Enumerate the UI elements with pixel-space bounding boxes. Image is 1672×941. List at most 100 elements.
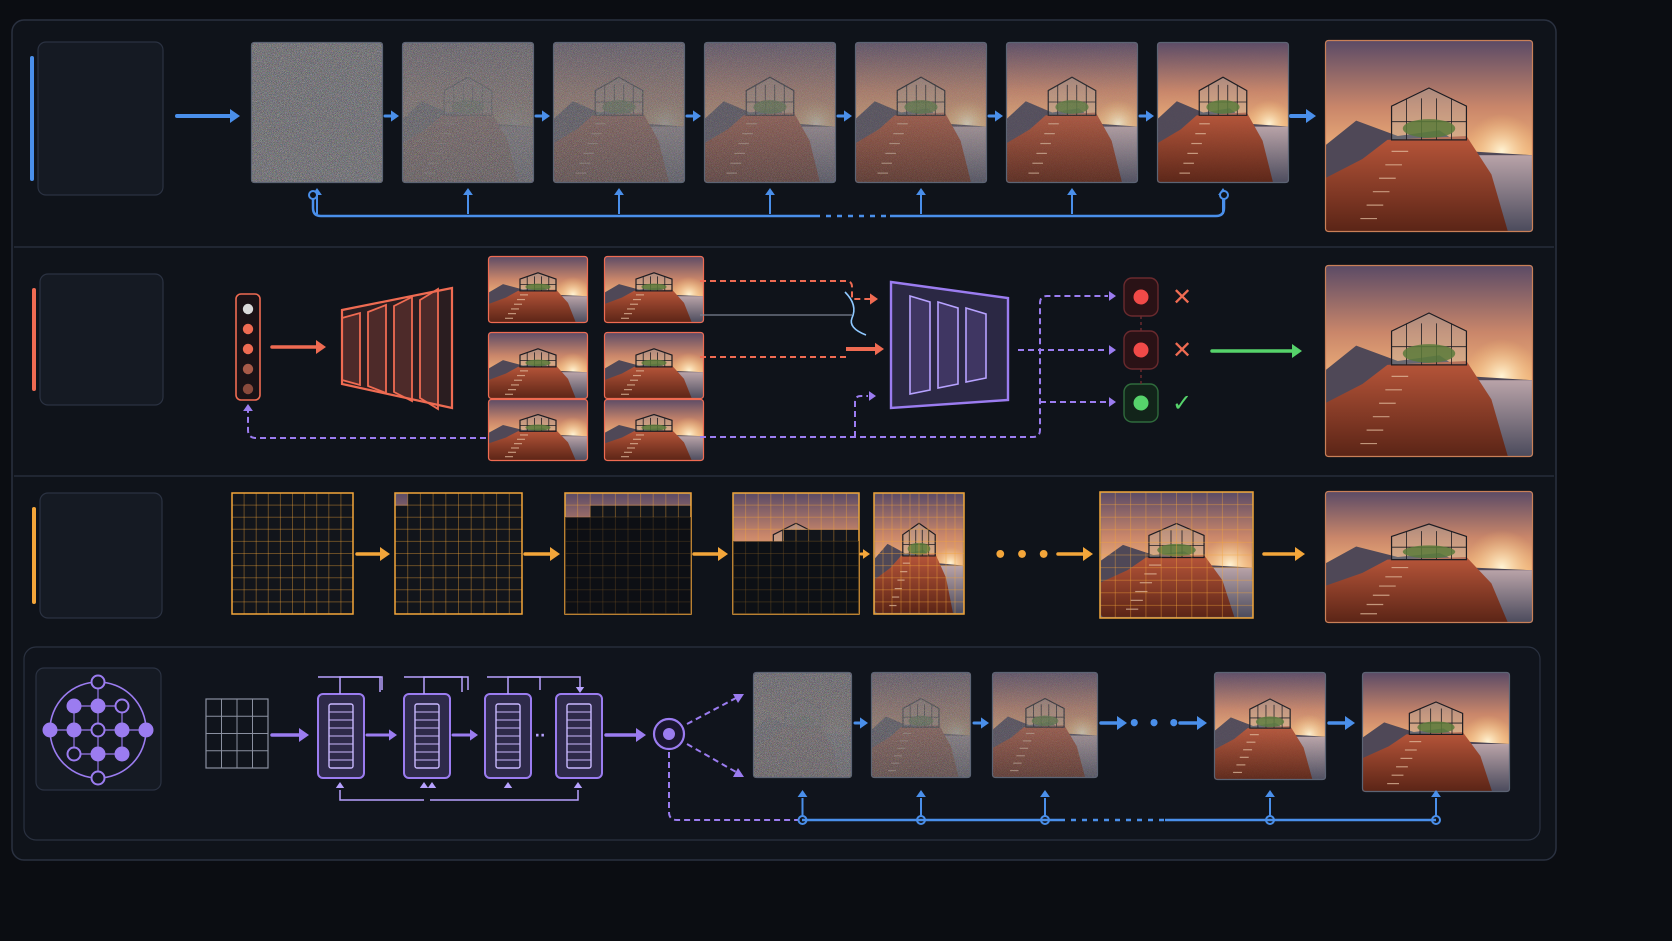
- token-node: [90, 722, 106, 738]
- accent-bar: [32, 507, 36, 604]
- plants: [1402, 344, 1456, 363]
- plants: [525, 283, 551, 291]
- denoise-step-1: [250, 41, 384, 184]
- latent-dot: [242, 343, 254, 355]
- plants: [525, 424, 551, 431]
- noise-overlay: [871, 672, 971, 778]
- cross-icon: ✕: [1172, 283, 1192, 311]
- plants: [1402, 119, 1456, 138]
- latent-dot: [242, 323, 254, 335]
- token-node: [66, 698, 82, 714]
- transformer-block-4: [555, 693, 603, 779]
- accent-bar: [32, 288, 36, 391]
- noise-overlay: [1157, 42, 1289, 183]
- image-content: [1325, 491, 1533, 623]
- generated-sample-3: [487, 331, 589, 400]
- plants: [525, 359, 551, 367]
- generated-sample-4: [603, 331, 705, 400]
- image-content: [488, 256, 588, 323]
- token-node: [114, 698, 130, 714]
- reject-indicator: [1133, 289, 1149, 305]
- token-node: [90, 698, 106, 714]
- discriminator-layer: [965, 306, 987, 383]
- transformer-block-1: [317, 693, 365, 779]
- transformer-block-3: [484, 693, 532, 779]
- dim-region: [733, 541, 859, 614]
- token-node: [90, 770, 106, 786]
- latent-dot: [242, 383, 254, 395]
- plants: [641, 283, 667, 291]
- tf-output-4: [1213, 671, 1327, 781]
- tf-output-1: [752, 671, 853, 779]
- final-output-autoregressive: [1324, 490, 1534, 624]
- plants: [1417, 721, 1455, 734]
- sampler-core: [663, 728, 675, 740]
- accept-indicator: [1133, 395, 1149, 411]
- image-content: [1325, 265, 1533, 457]
- image-content: [1362, 672, 1510, 792]
- image-content: [604, 256, 704, 323]
- dim-region: [565, 517, 691, 614]
- plants: [641, 359, 667, 367]
- token-node: [66, 722, 82, 738]
- image-content: [488, 332, 588, 399]
- latent-dot: [242, 303, 254, 315]
- denoise-step-7: [1156, 41, 1290, 184]
- transformer-block-2: [403, 693, 451, 779]
- feedback-node: [1219, 190, 1229, 200]
- dim-overlay: [565, 517, 691, 614]
- reject-indicator: [1133, 342, 1149, 358]
- final-output-diffusion: [1324, 39, 1534, 233]
- diagram-canvas: ✕ ✕ ✓ • • • ·· • • •: [11, 19, 1557, 861]
- latent-dot: [242, 363, 254, 375]
- token-node: [114, 722, 130, 738]
- denoise-step-5: [854, 41, 988, 184]
- noise-overlay: [855, 42, 987, 183]
- icon-tile-gan: [39, 273, 164, 406]
- token-node: [90, 746, 106, 762]
- image-content: [604, 399, 704, 461]
- ar-stage-1: [231, 492, 354, 615]
- tf-output-2: [870, 671, 972, 779]
- final-output-gan: [1324, 264, 1534, 458]
- block-ellipsis: ··: [535, 728, 546, 744]
- feedback-node: [308, 190, 318, 200]
- denoise-step-3: [552, 41, 686, 184]
- generative-models-diagram: ✕ ✕ ✓ • • • ·· • • •: [0, 0, 1672, 941]
- noise-overlay: [553, 42, 685, 183]
- noise-overlay: [753, 672, 852, 778]
- token-node: [90, 674, 106, 690]
- cross-icon: ✕: [1172, 336, 1192, 364]
- discriminator-layer: [937, 300, 959, 389]
- denoise-step-2: [401, 41, 535, 184]
- noise-overlay: [402, 42, 534, 183]
- noise-overlay: [1214, 672, 1326, 780]
- image-content: [1325, 40, 1533, 232]
- denoise-step-6: [1005, 41, 1139, 184]
- icon-tile-diffusion: [37, 41, 164, 196]
- plants: [1402, 545, 1456, 559]
- check-icon: ✓: [1172, 389, 1192, 417]
- accent-bar: [30, 56, 34, 181]
- image-content: [488, 399, 588, 461]
- noise-overlay: [992, 672, 1098, 778]
- generated-sample-6: [603, 398, 705, 462]
- generated-sample-2: [603, 255, 705, 324]
- ellipsis: • • •: [1128, 711, 1180, 735]
- icon-tile-autoregressive: [39, 492, 163, 619]
- token-node: [42, 722, 58, 738]
- generated-sample-5: [487, 398, 589, 462]
- ar-stage-5: [873, 492, 965, 615]
- noise-overlay: [1006, 42, 1138, 183]
- denoise-step-4: [703, 41, 837, 184]
- generated-sample-1: [487, 255, 589, 324]
- image-content: [604, 332, 704, 399]
- tf-output-5: [1361, 671, 1511, 793]
- token-node: [66, 746, 82, 762]
- token-node: [114, 746, 130, 762]
- ar-stage-6: [1099, 491, 1254, 619]
- noise-overlay: [704, 42, 836, 183]
- ar-stage-2: [394, 492, 523, 615]
- tf-output-3: [991, 671, 1099, 779]
- noise-overlay: [251, 42, 383, 183]
